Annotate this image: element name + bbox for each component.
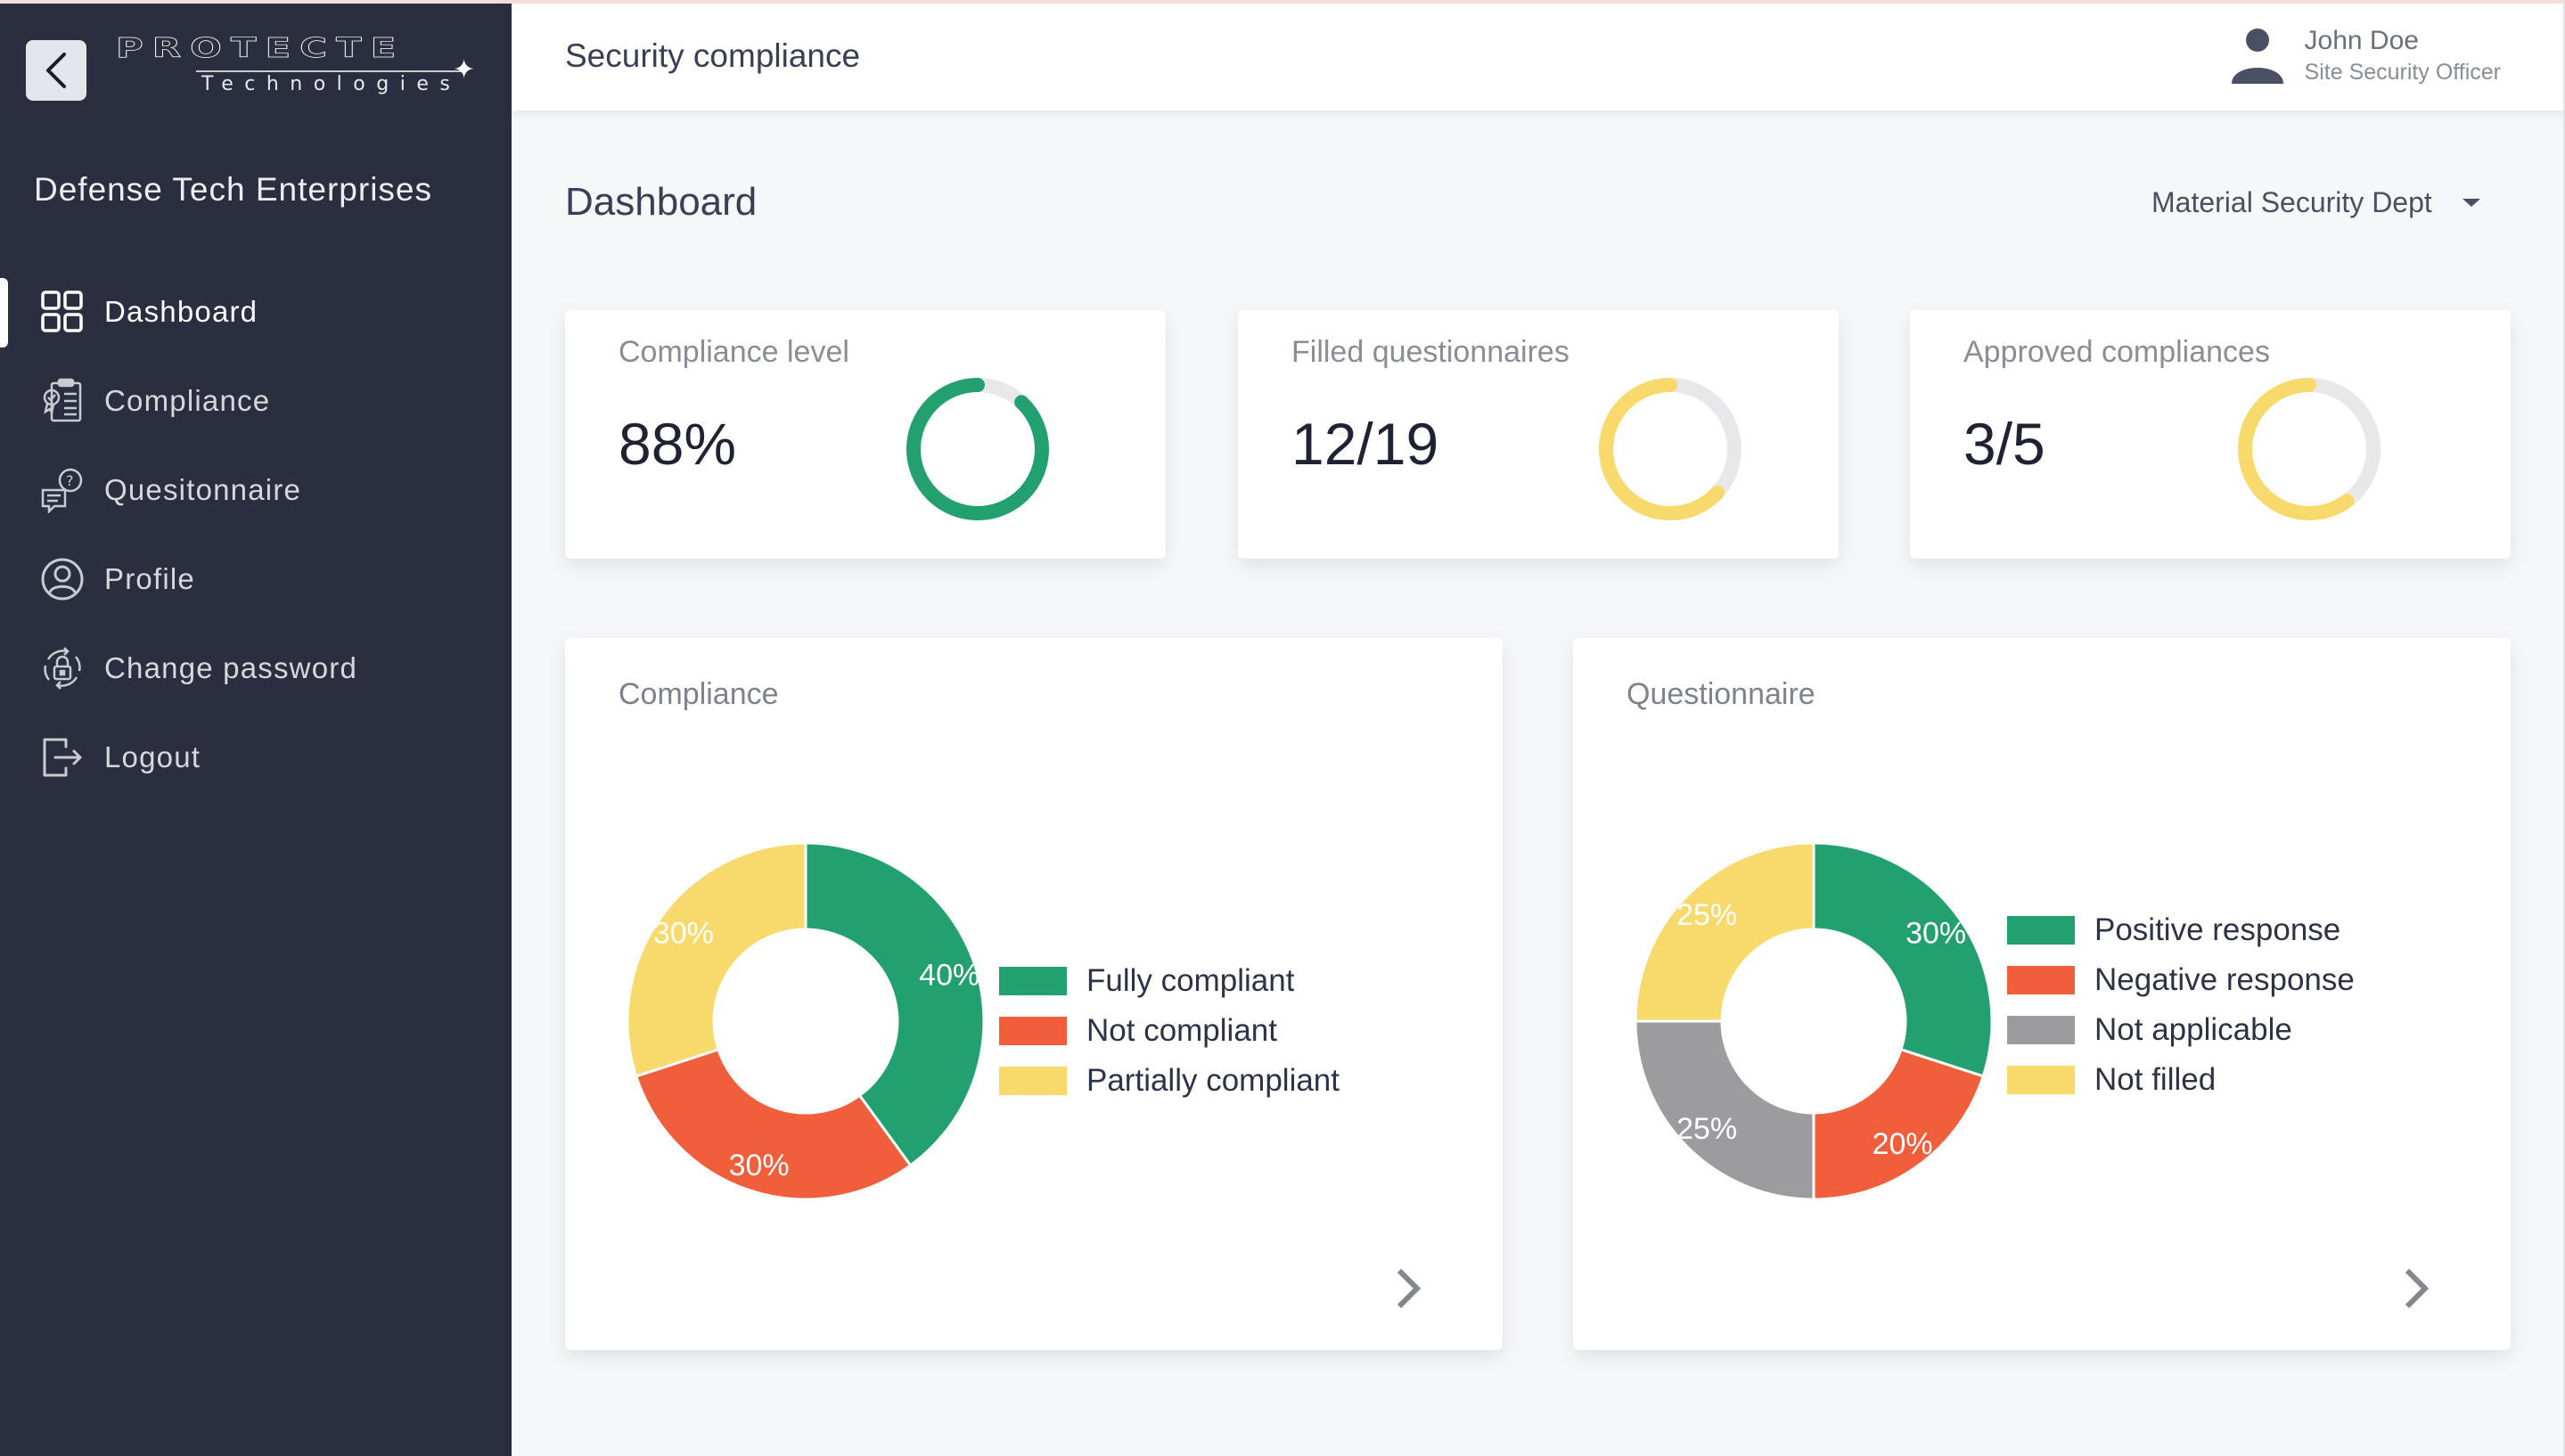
department-dropdown[interactable]: Material Security Dept [2151,186,2480,219]
legend-item-not-filled[interactable]: Not filled [2007,1055,2355,1105]
sidebar-item-change-password[interactable]: Change password [0,624,512,713]
top-header: Security compliance John Doe Site Securi… [512,4,2565,110]
compliance-donut-chart: 40% 30% 30% [626,841,986,1201]
legend-swatch [999,1017,1067,1045]
logo-divider [196,70,463,72]
slice-label: 30% [1905,916,1966,950]
legend-label: Not filled [2094,1062,2217,1097]
lock-refresh-icon [39,645,86,691]
sidebar-item-label: Logout [104,740,201,773]
slice-label: 30% [653,916,714,950]
legend-item-negative-response[interactable]: Negative response [2007,955,2355,1005]
progress-ring [2238,378,2381,520]
app-title: Security compliance [565,37,861,74]
top-accent-line [0,0,2565,4]
stat-card-filled-questionnaires: Filled questionnaires 12/19 [1238,310,1839,559]
slice-label: 40% [919,959,979,993]
sidebar-item-label: Dashboard [104,295,258,328]
page-title: Dashboard [565,180,758,224]
stat-label: Approved compliances [1963,335,2270,369]
sidebar-item-compliance[interactable]: Compliance [0,356,512,446]
logout-icon [39,734,86,781]
progress-ring [906,378,1049,520]
stat-value: 3/5 [1963,411,2045,477]
legend-item-not-compliant[interactable]: Not compliant [999,1006,1356,1056]
donut-slice-partially-compliant[interactable] [626,841,807,1078]
user-avatar-icon [2231,29,2283,84]
legend-label: Fully compliant [1086,963,1295,998]
caret-down-icon [2462,199,2480,207]
chart-title: Compliance [619,677,779,711]
slice-label: 20% [1873,1127,1933,1161]
donut-slice-not-applicable[interactable] [1634,1019,1815,1201]
user-role: Site Security Officer [2304,60,2501,85]
questionnaire-chart-card: Questionnaire 30% 20% 25% 25% Positive resp… [1573,638,2511,1350]
legend-swatch [999,967,1067,995]
slice-label: 25% [1676,898,1737,932]
sidebar-item-label: Quesitonnaire [104,473,302,506]
stat-value: 12/19 [1291,411,1439,477]
legend-label: Positive response [2094,912,2341,947]
sidebar-item-logout[interactable]: Logout [0,713,512,802]
progress-ring [1599,378,1741,520]
logo-sub-text: Technologies [201,73,462,95]
legend-swatch [2007,966,2075,994]
slice-label: 25% [1676,1112,1737,1146]
active-indicator [0,278,8,348]
sidebar-item-profile[interactable]: Profile [0,535,512,624]
user-menu[interactable]: John Doe Site Security Officer [2230,25,2501,87]
company-logo: PROTECTE ✦ Technologies [115,32,481,103]
legend-label: Not compliant [1086,1013,1277,1048]
stat-card-compliance-level: Compliance level 88% [565,310,1166,559]
department-selected: Material Security Dept [2151,186,2432,218]
sidebar-nav: Dashboard Compliance ? Quesitonnaire Pro… [0,267,512,802]
legend-label: Not applicable [2094,1012,2292,1047]
legend-swatch [2007,1066,2075,1094]
sidebar-item-label: Change password [104,651,357,684]
logo-main-text: PROTECTE [115,32,406,64]
chart-legend: Positive response Negative response Not ap… [2007,905,2355,1105]
legend-item-not-applicable[interactable]: Not applicable [2007,1005,2355,1055]
compliance-chart-card: Compliance 40% 30% 30% Fully compliant Not … [565,638,1503,1350]
user-circle-icon [39,556,86,602]
organization-name: Defense Tech Enterprises [34,171,432,208]
sidebar-item-label: Compliance [104,384,271,417]
stat-value: 88% [619,411,737,477]
slice-label: 30% [729,1149,790,1182]
questionnaire-donut-chart: 30% 20% 25% 25% [1634,841,1994,1201]
chevron-left-icon [46,53,66,88]
sidebar-item-questionnaire[interactable]: ? Quesitonnaire [0,446,512,535]
sidebar-item-dashboard[interactable]: Dashboard [0,267,512,356]
sidebar-item-label: Profile [104,562,195,595]
legend-item-positive-response[interactable]: Positive response [2007,905,2355,955]
collapse-sidebar-button[interactable] [26,40,86,101]
svg-text:?: ? [66,472,74,489]
sidebar: PROTECTE ✦ Technologies Defense Tech Ent… [0,0,512,1456]
grid-icon [39,289,86,335]
ring-progress-arc [906,378,1049,520]
legend-item-fully-compliant[interactable]: Fully compliant [999,956,1356,1006]
donut-slice-positive-response[interactable] [1812,841,1994,1078]
legend-swatch [2007,916,2075,945]
chart-legend: Fully compliant Not compliant Partially co… [999,956,1356,1106]
chart-title: Questionnaire [1627,677,1815,711]
user-name: John Doe [2304,26,2419,55]
question-chat-icon: ? [39,467,86,513]
clipboard-checklist-icon [39,378,86,424]
legend-label: Partially compliant [1086,1063,1340,1098]
questionnaire-details-button[interactable] [2389,1262,2443,1315]
compliance-details-button[interactable] [1381,1262,1435,1315]
legend-label: Negative response [2094,962,2355,997]
stat-card-approved-compliances: Approved compliances 3/5 [1910,310,2511,559]
legend-swatch [999,1067,1067,1095]
stat-label: Compliance level [619,335,849,369]
stat-label: Filled questionnaires [1291,335,1569,369]
donut-slice-negative-response[interactable] [1812,1047,1986,1201]
chevron-right-icon [2405,1268,2430,1309]
legend-item-partially-compliant[interactable]: Partially compliant [999,1056,1356,1106]
chevron-right-icon [1397,1268,1422,1309]
legend-swatch [2007,1016,2075,1044]
